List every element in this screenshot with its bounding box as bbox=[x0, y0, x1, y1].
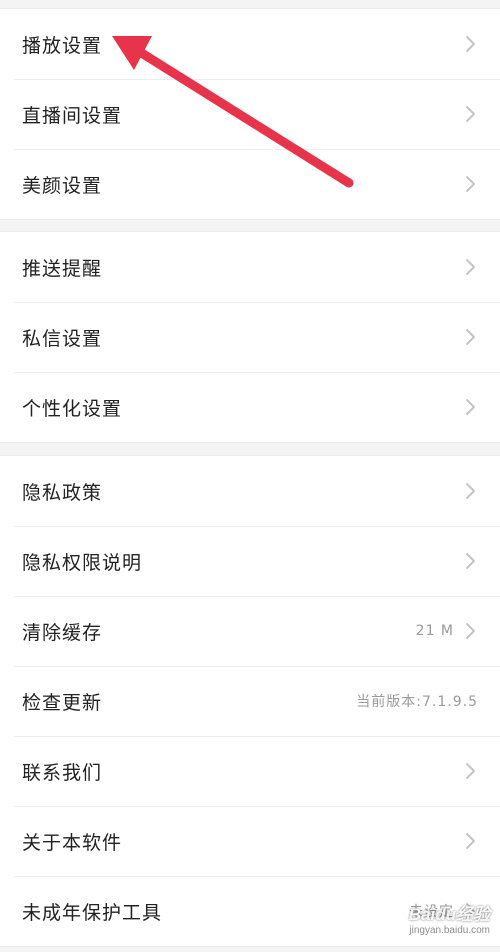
chevron-right-icon bbox=[464, 481, 478, 501]
row-label: 私信设置 bbox=[22, 327, 103, 350]
chevron-right-icon bbox=[464, 551, 478, 571]
row-label: 隐私权限说明 bbox=[22, 551, 143, 574]
settings-group-privacy-about: 隐私政策 隐私权限说明 清除缓存 21 M 检查更新 当前版本:7.1.9.5 … bbox=[0, 455, 500, 947]
chevron-right-icon bbox=[464, 621, 478, 641]
row-label: 未成年保护工具 bbox=[22, 901, 163, 924]
row-label: 隐私政策 bbox=[22, 481, 103, 504]
settings-row-clear-cache[interactable]: 清除缓存 21 M bbox=[0, 596, 500, 666]
row-label: 推送提醒 bbox=[22, 257, 103, 280]
row-label: 播放设置 bbox=[22, 34, 103, 57]
row-label: 个性化设置 bbox=[22, 397, 123, 420]
settings-row-check-update[interactable]: 检查更新 当前版本:7.1.9.5 bbox=[0, 666, 500, 736]
chevron-right-icon bbox=[464, 34, 478, 54]
settings-screen: 播放设置 直播间设置 美颜设置 推送提醒 私信设置 个性化设置 隐私政策 隐私权… bbox=[0, 0, 500, 952]
settings-row-push[interactable]: 推送提醒 bbox=[0, 232, 500, 302]
settings-row-contact-us[interactable]: 联系我们 bbox=[0, 736, 500, 806]
settings-row-permissions[interactable]: 隐私权限说明 bbox=[0, 526, 500, 596]
chevron-right-icon bbox=[464, 761, 478, 781]
chevron-right-icon bbox=[464, 397, 478, 417]
settings-row-about[interactable]: 关于本软件 bbox=[0, 806, 500, 876]
row-label: 直播间设置 bbox=[22, 104, 123, 127]
row-label: 美颜设置 bbox=[22, 174, 103, 197]
chevron-right-icon bbox=[464, 104, 478, 124]
version-value: 当前版本:7.1.9.5 bbox=[356, 694, 478, 710]
settings-group-playback: 播放设置 直播间设置 美颜设置 bbox=[0, 8, 500, 220]
settings-row-privacy-policy[interactable]: 隐私政策 bbox=[0, 456, 500, 526]
row-label: 清除缓存 bbox=[22, 621, 103, 644]
settings-row-personalization[interactable]: 个性化设置 bbox=[0, 372, 500, 442]
watermark-text: Baidu经验 bbox=[408, 905, 490, 924]
chevron-right-icon bbox=[464, 327, 478, 347]
settings-row-playback[interactable]: 播放设置 bbox=[0, 9, 500, 79]
settings-row-beauty[interactable]: 美颜设置 bbox=[0, 149, 500, 219]
watermark-logo: Baidu经验 jingyan.baidu.com bbox=[409, 900, 490, 936]
row-label: 关于本软件 bbox=[22, 831, 123, 854]
cache-size-value: 21 M bbox=[415, 623, 454, 639]
chevron-right-icon bbox=[464, 257, 478, 277]
watermark-url: jingyan.baidu.com bbox=[409, 925, 490, 936]
row-label: 检查更新 bbox=[22, 691, 103, 714]
chevron-right-icon bbox=[464, 174, 478, 194]
chevron-right-icon bbox=[464, 831, 478, 851]
settings-row-live-room[interactable]: 直播间设置 bbox=[0, 79, 500, 149]
settings-group-notifications: 推送提醒 私信设置 个性化设置 bbox=[0, 231, 500, 443]
settings-row-private-message[interactable]: 私信设置 bbox=[0, 302, 500, 372]
row-label: 联系我们 bbox=[22, 761, 103, 784]
